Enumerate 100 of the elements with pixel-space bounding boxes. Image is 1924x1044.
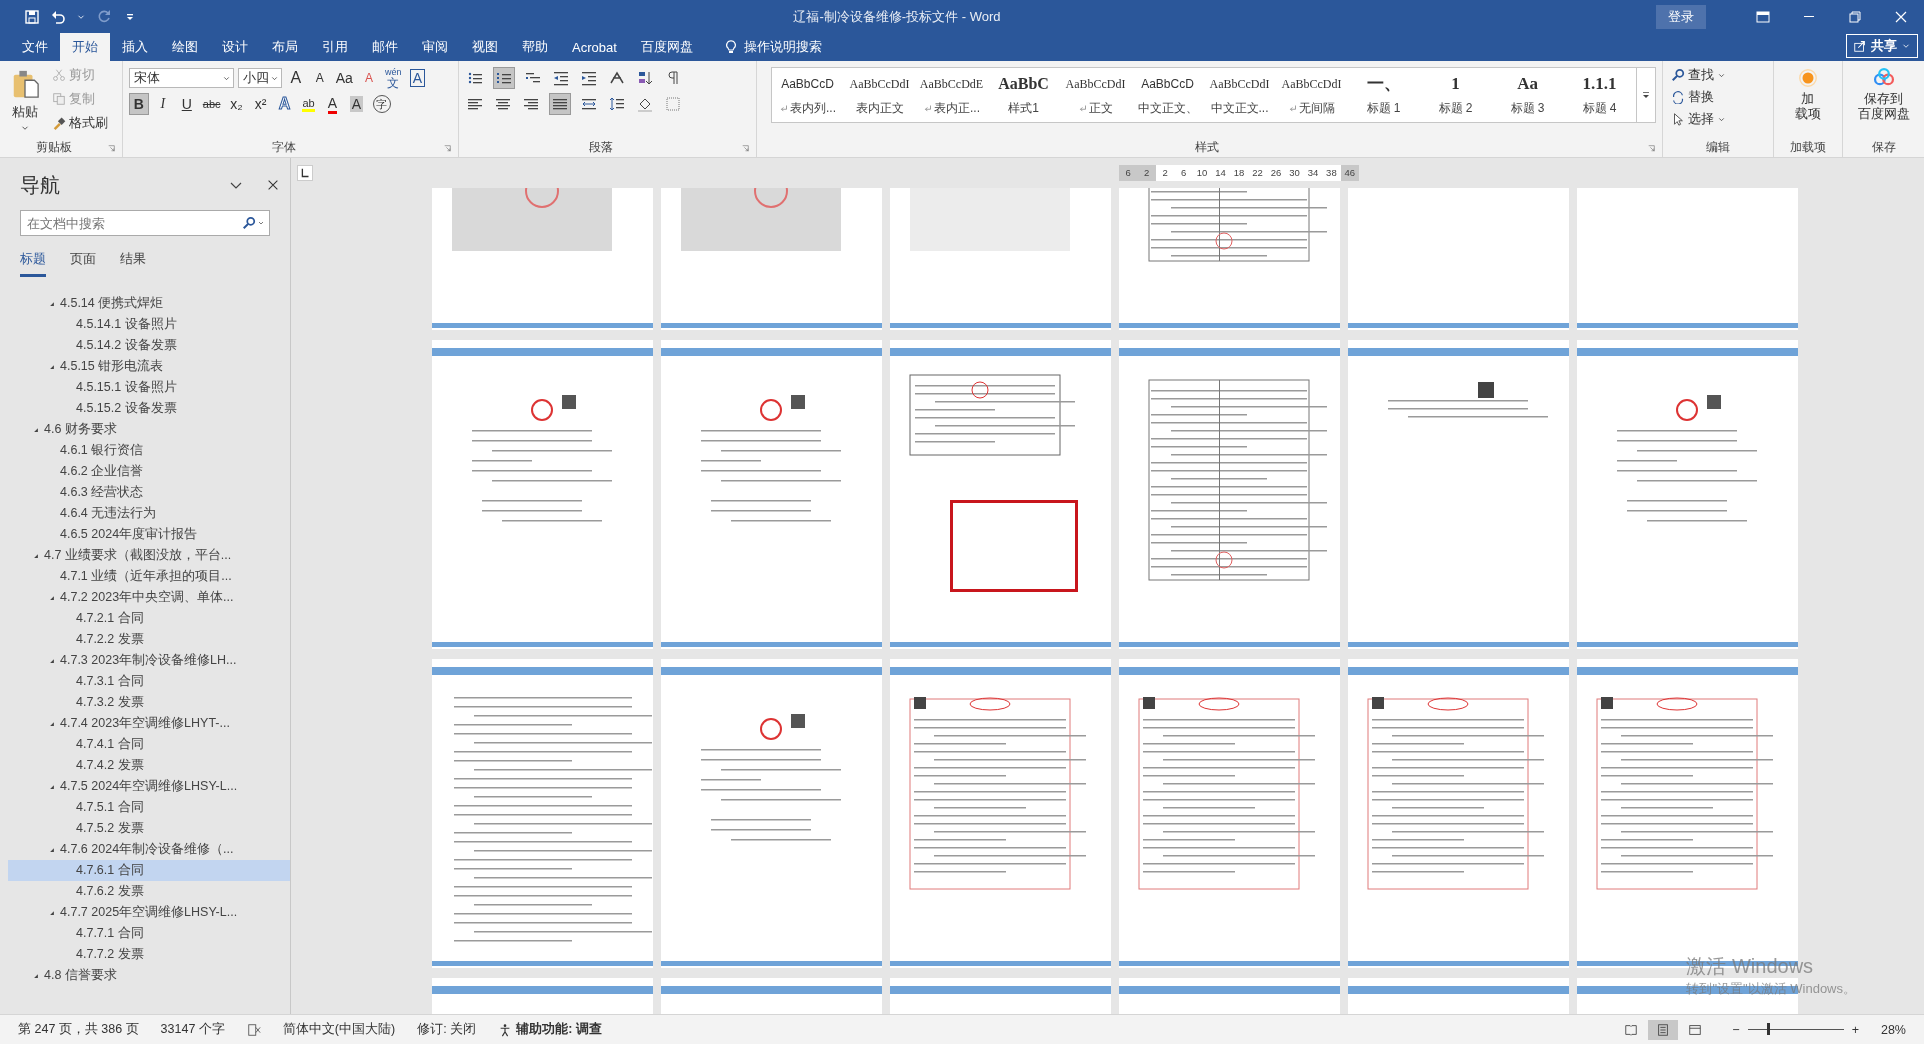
outline-heading[interactable]: 4.5.15 钳形电流表 — [8, 356, 290, 377]
share-button[interactable]: 共享 — [1846, 34, 1918, 58]
boxed-format-button[interactable]: A — [407, 67, 428, 89]
paragraph-button[interactable] — [493, 67, 516, 89]
sign-in-button[interactable]: 登录 — [1656, 4, 1706, 29]
grow-format-button[interactable]: A — [285, 67, 306, 89]
outline-heading[interactable]: 4.6.3 经营状态 — [8, 482, 290, 503]
style-gallery-item[interactable]: AaBbCcD 中文正文、 — [1131, 68, 1204, 122]
style-gallery-item[interactable]: 1.1.1 标题 4 — [1563, 68, 1636, 122]
outline-heading[interactable]: 4.7.2 2023年中央空调、单体... — [8, 587, 290, 608]
save-to-cloud-button[interactable]: 保存到 百度网盘 — [1853, 65, 1914, 139]
clipboard-button[interactable]: 格式刷 — [50, 113, 110, 133]
outline-heading[interactable]: 4.8 信誉要求 — [8, 965, 290, 986]
tell-me-search[interactable]: 操作说明搜索 — [743, 38, 822, 56]
language-status[interactable]: 简体中文(中国大陆) — [282, 1021, 396, 1038]
ribbon-tab[interactable]: 引用 — [310, 33, 360, 61]
outline-heading[interactable]: 4.7.3.2 发票 — [8, 692, 290, 713]
underline-format-button[interactable]: U — [176, 93, 197, 115]
zoom-level[interactable]: 28% — [1880, 1022, 1906, 1037]
eraser-format-button[interactable]: A — [358, 67, 379, 89]
ribbon-tab[interactable]: 布局 — [260, 33, 310, 61]
pane-tab[interactable]: 标题 — [20, 250, 46, 277]
ribbon-tab[interactable]: 帮助 — [510, 33, 560, 61]
outline-heading[interactable]: 4.7.6.1 合同 — [8, 860, 290, 881]
editing-button[interactable]: 查找 — [1668, 65, 1728, 85]
outline-heading[interactable]: 4.6.1 银行资信 — [8, 440, 290, 461]
page-count[interactable]: 第 247 页，共 386 页 — [18, 1021, 139, 1038]
pane-tab[interactable]: 页面 — [70, 250, 96, 277]
outline-heading[interactable]: 4.7.3.1 合同 — [8, 671, 290, 692]
editing-button[interactable]: 替换 — [1668, 87, 1728, 107]
style-gallery-item[interactable]: AaBbCcDdI 无间隔 — [1275, 68, 1348, 122]
ribbon-tab[interactable]: 文件 — [10, 33, 60, 61]
font-size-field[interactable]: 小四 — [237, 68, 282, 88]
outline-heading[interactable]: 4.5.14.1 设备照片 — [8, 314, 290, 335]
outline-heading[interactable]: 4.6 财务要求 — [8, 419, 290, 440]
ribbon-tab[interactable]: 插入 — [110, 33, 160, 61]
ribbon-tab[interactable]: 百度网盘 — [628, 33, 705, 61]
accessibility-status[interactable]: 辅助功能: 调查 — [516, 1021, 602, 1038]
editing-button[interactable]: 选择 — [1668, 109, 1728, 129]
style-gallery-item[interactable]: AaBbCcDdI 正文 — [1059, 68, 1132, 122]
zoom-in-button[interactable]: + — [1851, 1022, 1859, 1037]
outline-heading[interactable]: 4.7.6 2024年制冷设备维修（... — [8, 839, 290, 860]
pane-tab[interactable]: 结果 — [120, 250, 146, 277]
ribbon-tab[interactable]: 邮件 — [360, 33, 410, 61]
outline-heading[interactable]: 4.7.7.1 合同 — [8, 923, 290, 944]
ribbon-tab[interactable]: 开始 — [60, 33, 110, 61]
outline-heading[interactable]: 4.6.2 企业信誉 — [8, 461, 290, 482]
outline-heading[interactable]: 4.7.6.2 发票 — [8, 881, 290, 902]
style-gallery-item[interactable]: AaBbCcDdE 表内正... — [915, 68, 988, 122]
outline-heading[interactable]: 4.7.4 2023年空调维修LHYT-... — [8, 713, 290, 734]
outline-heading[interactable]: 4.7.4.2 发票 — [8, 755, 290, 776]
outline-heading[interactable]: 4.7.5 2024年空调维修LHSY-L... — [8, 776, 290, 797]
case-format-button[interactable]: Aa — [333, 67, 355, 89]
outline-heading[interactable]: 4.7.2.1 合同 — [8, 608, 290, 629]
track-changes-status[interactable]: 修订: 关闭 — [417, 1021, 477, 1038]
outline-heading[interactable]: 4.7.7.2 发票 — [8, 944, 290, 965]
word-count[interactable]: 33147 个字 — [160, 1021, 225, 1038]
outline-heading[interactable]: 4.5.15.2 设备发票 — [8, 398, 290, 419]
outline-heading[interactable]: 4.7.1 业绩（近年承担的项目... — [8, 566, 290, 587]
outline-heading[interactable]: 4.7.5.2 发票 — [8, 818, 290, 839]
style-gallery-item[interactable]: AaBbCcDdI 表内正文 — [843, 68, 916, 122]
outline-heading[interactable]: 4.7.4.1 合同 — [8, 734, 290, 755]
style-gallery-item[interactable]: AaBbCcDdI 中文正文... — [1203, 68, 1276, 122]
ribbon-tab[interactable]: 设计 — [210, 33, 260, 61]
style-gallery-item[interactable]: AaBbC 样式1 — [987, 68, 1060, 122]
paste-button[interactable]: 粘贴 — [6, 65, 44, 139]
zoom-out-button[interactable]: − — [1732, 1022, 1740, 1037]
outline-heading[interactable]: 4.7 业绩要求（截图没放，平台... — [8, 545, 290, 566]
outline-heading[interactable]: 4.6.5 2024年度审计报告 — [8, 524, 290, 545]
ribbon-tab[interactable]: 绘图 — [160, 33, 210, 61]
outline-heading[interactable]: 4.7.7 2025年空调维修LHSY-L... — [8, 902, 290, 923]
style-gallery-item[interactable]: 一、 标题 1 — [1347, 68, 1420, 122]
shrink-format-button[interactable]: A — [309, 67, 330, 89]
plain-format-button[interactable]: x₂ — [226, 93, 247, 115]
font-name-field[interactable]: 宋体 — [128, 68, 234, 88]
outline-heading[interactable]: 4.7.5.1 合同 — [8, 797, 290, 818]
outline-heading[interactable]: 4.6.4 无违法行为 — [8, 503, 290, 524]
ribbon-tab[interactable]: 视图 — [460, 33, 510, 61]
style-gallery-item[interactable]: 1 标题 2 — [1419, 68, 1492, 122]
outline-heading[interactable]: 4.7.3 2023年制冷设备维修LH... — [8, 650, 290, 671]
ruby-format-button[interactable]: wén 文 — [382, 67, 404, 89]
style-gallery-item[interactable]: Aa 标题 3 — [1491, 68, 1564, 122]
outline-heading[interactable]: 4.5.15.1 设备照片 — [8, 377, 290, 398]
bold-format-button[interactable]: B — [128, 93, 149, 115]
view-button[interactable] — [1648, 1019, 1679, 1040]
ribbon-tab[interactable]: Acrobat — [560, 33, 629, 61]
highlight-format-button[interactable]: ab — [298, 93, 319, 115]
search-field[interactable]: 在文档中搜索 — [20, 210, 270, 236]
add-ins-button[interactable]: 加 载项 — [1790, 65, 1825, 139]
zoom-slider-thumb[interactable] — [1766, 1023, 1770, 1035]
color-format-button[interactable]: A — [322, 93, 343, 115]
outline-heading[interactable]: 4.5.14 便携式焊炬 — [8, 293, 290, 314]
strike-format-button[interactable]: abc — [200, 93, 223, 115]
outline-heading[interactable]: 4.5.14.2 设备发票 — [8, 335, 290, 356]
plain-format-button[interactable]: x² — [250, 93, 271, 115]
paragraph-button[interactable] — [549, 93, 572, 115]
ribbon-tab[interactable]: 审阅 — [410, 33, 460, 61]
style-gallery-item[interactable]: AaBbCcD 表内列... — [771, 68, 844, 122]
outline-heading[interactable]: 4.7.2.2 发票 — [8, 629, 290, 650]
italic-format-button[interactable]: I — [152, 93, 173, 115]
